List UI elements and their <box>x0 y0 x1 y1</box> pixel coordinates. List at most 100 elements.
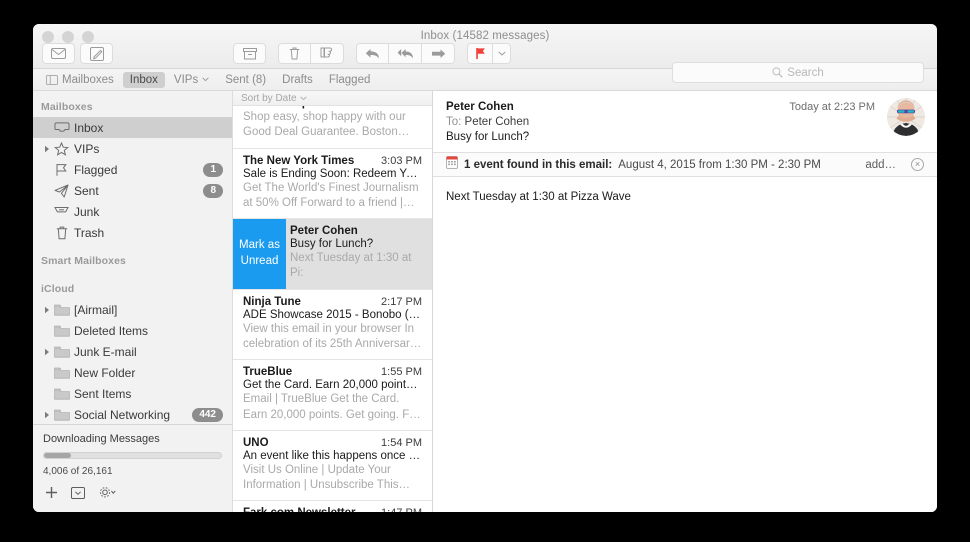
sidebar-item-deleted-items[interactable]: Deleted Items <box>33 320 232 341</box>
message-to: To: Peter Cohen <box>446 116 924 128</box>
mail-actions-icon <box>71 487 85 499</box>
favorites-item-mailboxes[interactable]: Mailboxes <box>39 72 121 88</box>
sidebar-item-airmail[interactable]: [Airmail] <box>33 299 232 320</box>
message-subject: An event like this happens once in a B… <box>243 450 422 462</box>
event-detected-banner: 1 event found in this email: August 4, 2… <box>433 152 937 177</box>
message-sender: Fark.com Newsletter <box>243 507 375 512</box>
to-recipient: Peter Cohen <box>465 116 530 128</box>
sidebar-item-junk[interactable]: Junk <box>33 201 232 222</box>
chevron-down-icon <box>300 96 307 101</box>
sidebar-item-sent[interactable]: Sent 8 <box>33 180 232 201</box>
favorites-item-inbox[interactable]: Inbox <box>123 72 165 88</box>
forward-button[interactable] <box>422 43 455 64</box>
message-subject: ADE Showcase 2015 - Bonobo (DJ), G… <box>243 309 422 321</box>
folder-icon <box>52 366 71 379</box>
sidebar-item-social-networking[interactable]: Social Networking 442 <box>33 404 232 424</box>
sidebar-item-inbox[interactable]: Inbox <box>33 117 232 138</box>
sidebar-item-label: Social Networking <box>74 408 192 422</box>
message-list-scroll-area: Funtown Splashtown USA Shop easy, shop h… <box>233 106 432 512</box>
add-mailbox-button[interactable] <box>45 486 58 504</box>
message-time: 3:03 PM <box>381 155 422 167</box>
message-date: Today at 2:23 PM <box>789 101 875 113</box>
favorites-item-drafts[interactable]: Drafts <box>275 72 320 88</box>
forward-arrow-icon <box>431 48 446 60</box>
sidebar-item-flagged[interactable]: Flagged 1 <box>33 159 232 180</box>
close-banner-button[interactable]: × <box>911 158 924 171</box>
archive-button[interactable] <box>233 43 266 64</box>
sort-bar[interactable]: Sort by Date <box>233 91 432 106</box>
gear-icon <box>98 486 117 499</box>
folder-icon <box>52 303 71 316</box>
message-row-uno[interactable]: UNO 1:54 PM An event like this happens o… <box>233 431 432 502</box>
sidebar-toggle-icon <box>46 75 58 85</box>
sidebar-item-sent-items[interactable]: Sent Items <box>33 383 232 404</box>
junk-button[interactable] <box>311 43 344 64</box>
plus-icon <box>45 486 58 499</box>
to-label: To: <box>446 116 461 128</box>
favorites-item-flagged[interactable]: Flagged <box>322 72 378 88</box>
disclosure-triangle-icon[interactable] <box>41 306 52 314</box>
message-row-ninja-tune[interactable]: Ninja Tune 2:17 PM ADE Showcase 2015 - B… <box>233 290 432 361</box>
trash-icon <box>289 47 300 60</box>
reply-all-button[interactable] <box>389 43 422 64</box>
message-time: 1:47 PM <box>381 507 422 512</box>
sidebar-status-footer: Downloading Messages 4,006 of 26,161 <box>33 424 232 512</box>
disclosure-triangle-icon[interactable] <box>41 348 52 356</box>
compose-button[interactable] <box>80 43 113 64</box>
sidebar-item-label: [Airmail] <box>74 303 223 317</box>
sidebar-item-vips[interactable]: VIPs <box>33 138 232 159</box>
sent-icon <box>52 184 71 198</box>
sidebar-item-trash[interactable]: Trash <box>33 222 232 243</box>
delete-button[interactable] <box>278 43 311 64</box>
message-snippet: View this email in your browser In celeb… <box>243 322 422 353</box>
message-subject: Sale is Ending Soon: Redeem Your Sp… <box>243 168 422 180</box>
reply-all-arrow-icon <box>397 48 414 60</box>
flag-icon <box>52 163 71 177</box>
avatar <box>887 98 925 136</box>
folder-icon <box>52 324 71 337</box>
window-title: Inbox (14582 messages) <box>33 30 937 42</box>
favorites-item-sent[interactable]: Sent (8) <box>218 72 273 88</box>
search-field[interactable]: Search <box>672 62 924 83</box>
sidebar-item-junk-email[interactable]: Junk E-mail <box>33 341 232 362</box>
unread-badge: 442 <box>192 408 223 422</box>
settings-button[interactable] <box>98 486 117 504</box>
message-row-trueblue[interactable]: TrueBlue 1:55 PM Get the Card. Earn 20,0… <box>233 360 432 431</box>
envelope-icon <box>51 48 66 59</box>
add-event-button[interactable]: add… <box>865 159 896 171</box>
message-row-nytimes[interactable]: The New York Times 3:03 PM Sale is Endin… <box>233 149 432 220</box>
sidebar-item-label: Inbox <box>74 121 223 135</box>
message-snippet: Shop easy, shop happy with our Good Deal… <box>243 110 422 141</box>
message-row-peter-cohen-selected[interactable]: Mark as Unread Peter Cohen Busy for Lunc… <box>233 219 432 290</box>
sidebar-scroll-area: Mailboxes Inbox <box>33 91 232 424</box>
search-icon <box>772 67 783 78</box>
favorites-item-vips[interactable]: VIPs <box>167 72 216 88</box>
sidebar-item-label: Junk <box>74 205 223 219</box>
favorites-label: Sent (8) <box>225 74 266 86</box>
flag-button[interactable] <box>467 43 493 64</box>
sidebar-item-new-folder[interactable]: New Folder <box>33 362 232 383</box>
folder-icon <box>52 387 71 400</box>
download-status-label: Downloading Messages <box>43 433 222 445</box>
favorites-label: Mailboxes <box>62 74 114 86</box>
sidebar-item-label: Trash <box>74 226 223 240</box>
event-banner-title: 1 event found in this email: <box>464 159 612 171</box>
archive-icon <box>243 48 257 60</box>
sidebar-toolbar <box>43 477 222 512</box>
download-progress-bar <box>43 452 222 459</box>
mail-actions-button[interactable] <box>71 486 85 504</box>
chevron-down-icon <box>498 51 506 56</box>
sidebar-section-icloud-header: iCloud <box>33 280 232 299</box>
mark-as-unread-swipe-button[interactable]: Mark as Unread <box>233 219 286 289</box>
message-row-fark[interactable]: Fark.com Newsletter 1:47 PM Fark NotNews… <box>233 501 432 512</box>
disclosure-triangle-icon[interactable] <box>41 145 52 153</box>
flag-options-button[interactable] <box>493 43 511 64</box>
message-subject: Get the Card. Earn 20,000 points. Get… <box>243 379 422 391</box>
get-mail-button[interactable] <box>42 43 75 64</box>
disclosure-triangle-icon[interactable] <box>41 411 52 419</box>
search-placeholder: Search <box>787 67 823 79</box>
reply-arrow-icon <box>365 48 380 60</box>
flag-icon <box>475 47 486 60</box>
reply-button[interactable] <box>356 43 389 64</box>
message-row-funtown[interactable]: Funtown Splashtown USA Shop easy, shop h… <box>233 106 432 149</box>
